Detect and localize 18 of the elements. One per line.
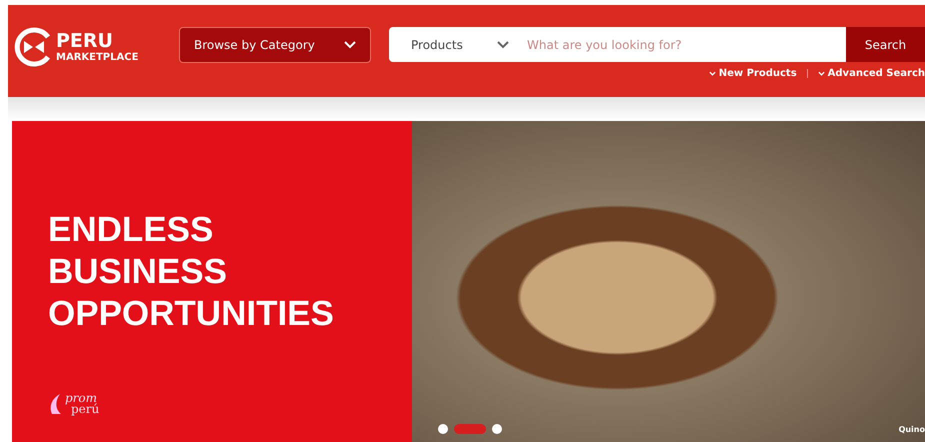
search-field[interactable]: What are you looking for? (519, 27, 846, 62)
search-button[interactable]: Search (846, 27, 925, 62)
chevron-down-icon (818, 70, 825, 76)
logo-title: PERU (56, 32, 114, 50)
nav-link[interactable]: Advanced Search (818, 68, 925, 79)
chevron-down-icon (344, 41, 356, 49)
scope-dropdown[interactable]: Products (389, 27, 519, 62)
logo-subtitle: MARKETPLACE (56, 52, 138, 62)
chevron-down-icon (497, 40, 509, 48)
sail-icon (48, 393, 62, 416)
carousel-dot[interactable] (492, 424, 502, 434)
photo-caption: Quino (898, 425, 925, 434)
carousel-dot[interactable] (438, 424, 448, 434)
category-dropdown[interactable]: Browse by Category (179, 27, 371, 63)
chevron-down-icon (708, 70, 716, 76)
nav-link[interactable]: New Products (708, 68, 797, 79)
brand-logo-text: prom perú (65, 393, 100, 416)
banner-headline: ENDLESS BUSINESS OPPORTUNITIES (48, 209, 335, 335)
